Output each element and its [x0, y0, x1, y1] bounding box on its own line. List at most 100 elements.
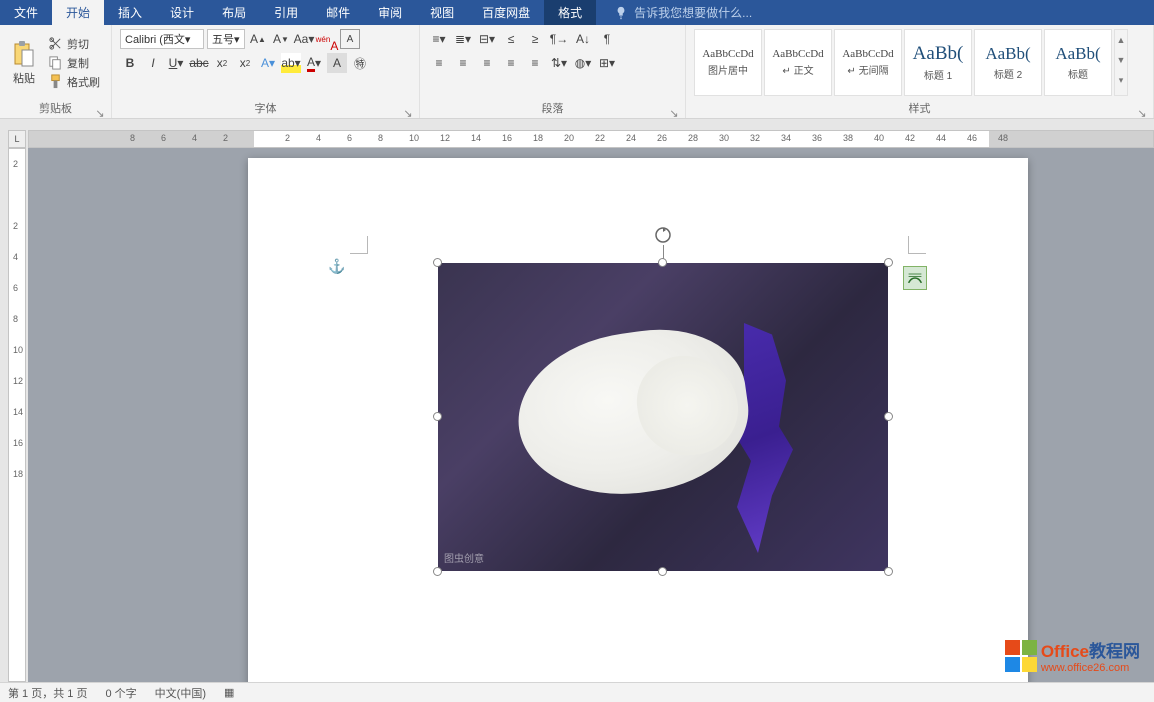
tab-design[interactable]: 设计 [156, 0, 208, 25]
handle-tr[interactable] [884, 258, 893, 267]
styles-scroll[interactable]: ▲▼▾ [1114, 29, 1128, 96]
handle-tl[interactable] [433, 258, 442, 267]
vertical-ruler[interactable]: 224681012141618 [8, 148, 26, 682]
borders-button[interactable]: ⊞▾ [596, 53, 618, 73]
highlight-button[interactable]: ab▾ [281, 53, 301, 73]
handle-ml[interactable] [433, 412, 442, 421]
subscript-button[interactable]: x2 [212, 53, 232, 73]
grow-font-button[interactable]: A▲ [248, 29, 268, 49]
sort-button[interactable]: A↓ [572, 29, 594, 49]
brush-icon [48, 74, 63, 89]
tab-home[interactable]: 开始 [52, 0, 104, 25]
lightbulb-icon [614, 6, 628, 20]
style-title[interactable]: AaBb(标题 [1044, 29, 1112, 96]
handle-bm[interactable] [658, 567, 667, 576]
layout-icon [907, 270, 923, 286]
bold-button[interactable]: B [120, 53, 140, 73]
styles-launcher[interactable]: ↘ [1137, 107, 1147, 117]
justify-button[interactable]: ≡ [500, 53, 522, 73]
align-center-button[interactable]: ≡ [452, 53, 474, 73]
style-no-spacing[interactable]: AaBbCcDd↵ 无间隔 [834, 29, 902, 96]
multilevel-button[interactable]: ⊟▾ [476, 29, 498, 49]
group-font: Calibri (西文▾ 五号▾ A▲ A▼ Aa▾ wénA A B I U▾… [112, 25, 420, 118]
group-clipboard: 粘贴 剪切 复制 格式刷 剪贴板↘ [0, 25, 112, 118]
superscript-button[interactable]: x2 [235, 53, 255, 73]
font-color-button[interactable]: A▾ [304, 53, 324, 73]
copy-button[interactable]: 复制 [48, 55, 100, 71]
underline-button[interactable]: U▾ [166, 53, 186, 73]
strike-button[interactable]: abc [189, 53, 209, 73]
tab-view[interactable]: 视图 [416, 0, 468, 25]
page: ⚓ 图虫创意 [248, 158, 1028, 682]
copy-icon [48, 55, 63, 70]
format-painter-button[interactable]: 格式刷 [48, 74, 100, 90]
horizontal-ruler[interactable]: 8642246810121416182022242628303234363840… [28, 130, 1154, 148]
numbering-button[interactable]: ≣▾ [452, 29, 474, 49]
tab-format-context[interactable]: 格式 [544, 0, 596, 25]
italic-button[interactable]: I [143, 53, 163, 73]
rotate-icon [653, 225, 673, 245]
style-pic-center[interactable]: AaBbCcDd图片居中 [694, 29, 762, 96]
change-case-button[interactable]: Aa▾ [294, 29, 314, 49]
font-size-combo[interactable]: 五号▾ [207, 29, 245, 49]
margin-mark-tr [908, 236, 926, 254]
tab-review[interactable]: 审阅 [364, 0, 416, 25]
shrink-font-button[interactable]: A▼ [271, 29, 291, 49]
handle-bl[interactable] [433, 567, 442, 576]
distribute-button[interactable]: ≡ [524, 53, 546, 73]
show-marks-button[interactable]: ¶ [596, 29, 618, 49]
anchor-icon: ⚓ [328, 258, 345, 275]
selected-image[interactable]: 图虫创意 [438, 263, 888, 571]
font-launcher[interactable]: ↘ [403, 107, 413, 117]
enclose-button[interactable]: ㊕ [350, 53, 370, 73]
char-border-button[interactable]: A [340, 29, 360, 49]
tell-me-placeholder: 告诉我您想要做什么... [634, 4, 752, 21]
style-heading1[interactable]: AaBb(标题 1 [904, 29, 972, 96]
style-heading2[interactable]: AaBb(标题 2 [974, 29, 1042, 96]
status-bar: 第 1 页，共 1 页 0 个字 中文(中国) ▦ [0, 682, 1154, 702]
status-page[interactable]: 第 1 页，共 1 页 [8, 685, 87, 701]
text-effects-button[interactable]: A▾ [258, 53, 278, 73]
paste-icon [12, 40, 36, 68]
brand-watermark: Office教程网 www.office26.com [1005, 637, 1140, 674]
tab-insert[interactable]: 插入 [104, 0, 156, 25]
handle-tm[interactable] [658, 258, 667, 267]
align-left-button[interactable]: ≡ [428, 53, 450, 73]
align-right-button[interactable]: ≡ [476, 53, 498, 73]
tab-selector[interactable]: L [8, 130, 26, 148]
font-name-combo[interactable]: Calibri (西文▾ [120, 29, 204, 49]
line-spacing-button[interactable]: ⇅▾ [548, 53, 570, 73]
handle-mr[interactable] [884, 412, 893, 421]
rotate-handle[interactable] [653, 225, 673, 245]
cut-button[interactable]: 剪切 [48, 36, 100, 52]
tab-layout[interactable]: 布局 [208, 0, 260, 25]
char-shading-button[interactable]: A [327, 53, 347, 73]
phonetic-button[interactable]: wénA [317, 29, 337, 49]
tab-references[interactable]: 引用 [260, 0, 312, 25]
increase-indent-button[interactable]: ≥ [524, 29, 546, 49]
decrease-indent-button[interactable]: ≤ [500, 29, 522, 49]
status-language[interactable]: 中文(中国) [155, 685, 206, 701]
handle-br[interactable] [884, 567, 893, 576]
clipboard-launcher[interactable]: ↘ [95, 107, 105, 117]
image-watermark: 图虫创意 [444, 550, 484, 565]
ltr-button[interactable]: ¶→ [548, 29, 570, 49]
status-words[interactable]: 0 个字 [105, 685, 136, 701]
group-label-styles: 样式 [909, 103, 931, 115]
brand-url: www.office26.com [1041, 662, 1140, 674]
tab-mailings[interactable]: 邮件 [312, 0, 364, 25]
bullets-button[interactable]: ≡▾ [428, 29, 450, 49]
shading-button[interactable]: ◍▾ [572, 53, 594, 73]
paragraph-launcher[interactable]: ↘ [669, 107, 679, 117]
tab-baidu[interactable]: 百度网盘 [468, 0, 544, 25]
margin-mark-tl [350, 236, 368, 254]
tab-file[interactable]: 文件 [0, 0, 52, 25]
document-area[interactable]: ⚓ 图虫创意 [28, 148, 1154, 682]
status-macro-icon[interactable]: ▦ [224, 686, 234, 699]
tell-me-search[interactable]: 告诉我您想要做什么... [614, 0, 752, 25]
layout-options-button[interactable] [903, 266, 927, 290]
paste-button[interactable]: 粘贴 [4, 27, 44, 98]
ribbon: 粘贴 剪切 复制 格式刷 剪贴板↘ Calibri (西文▾ 五号▾ A▲ A▼… [0, 25, 1154, 119]
style-normal[interactable]: AaBbCcDd↵ 正文 [764, 29, 832, 96]
butterfly-image: 图虫创意 [438, 263, 888, 571]
